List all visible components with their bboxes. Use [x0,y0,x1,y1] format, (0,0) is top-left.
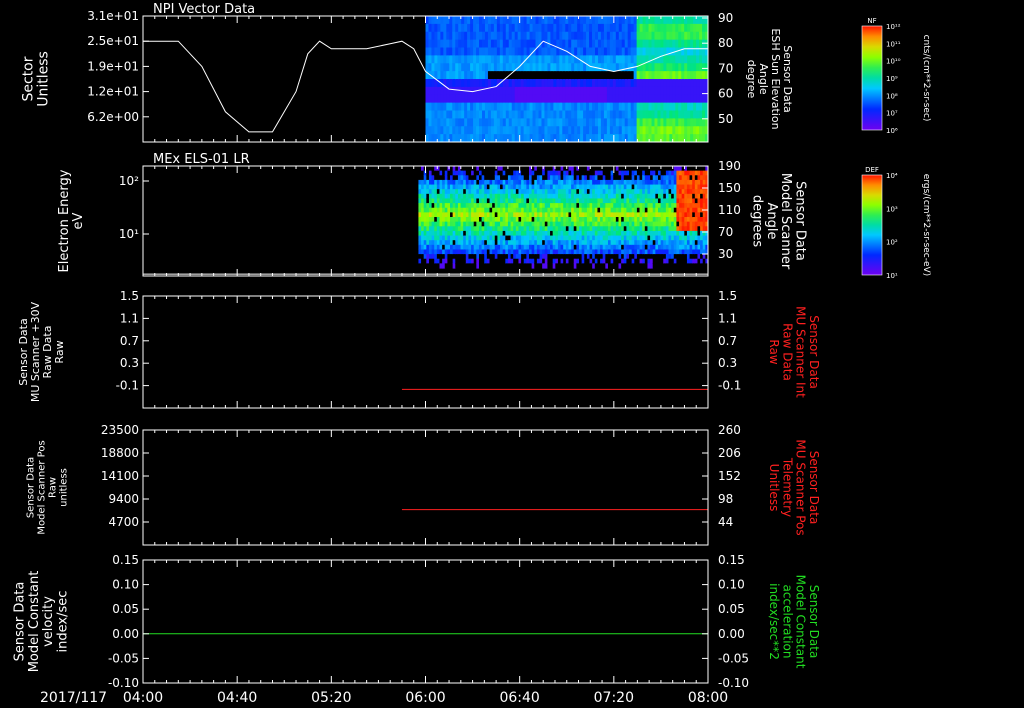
x-tick-label: 08:00 [688,690,728,706]
left-tick-label: -0.05 [108,651,139,665]
colorbar-label: ergs/(cm**2-sr-sec-eV) [921,174,931,276]
colorbar-tick: 10¹² [886,23,901,31]
left-tick-label: 9400 [108,492,139,506]
left-tick-label: 4700 [108,515,139,529]
right-tick-label: 190 [718,159,741,173]
plot-frame [142,559,709,684]
right-tick-label: 70 [718,61,733,75]
left-tick-label: 18800 [101,446,139,460]
right-tick-label: 80 [718,36,733,50]
date-label: 2017/117 [40,690,107,706]
right-axis-label: Sensor DataESH Sun ElevationAngledegree [745,28,794,129]
left-tick-label: 14100 [101,469,139,483]
left-tick-label: -0.10 [108,676,139,690]
colorbar-tick: 10¹⁰ [886,58,901,66]
colorbar-1: NF 10¹² 10¹¹ 10¹⁰ 10⁹ 10⁸ 10⁷ 10⁶ cnts/(cm**2-sr… [861,17,931,135]
colorbar-tick: 10⁸ [886,92,898,100]
left-tick-label: 3.1e+01 [87,9,139,23]
right-tick-label: -0.05 [718,651,749,665]
colorbar-gradient [861,25,883,131]
colorbar-tick: 10⁹ [886,75,898,83]
x-tick-label: 06:40 [499,690,539,706]
panel-title: NPI Vector Data [153,2,255,17]
right-tick-label: 0.3 [718,356,737,370]
left-tick-label: -0.1 [116,379,139,393]
right-tick-label: -0.10 [718,676,749,690]
right-tick-label: 60 [718,87,733,101]
colorbar-tick: 10¹ [886,272,898,280]
colorbar-label: cnts/(cm**2-sr-sec) [921,35,931,122]
right-tick-label: 206 [718,446,741,460]
x-tick-label: 04:40 [217,690,257,706]
right-tick-label: 0.15 [718,553,745,567]
right-tick-label: 98 [718,492,733,506]
left-tick-label: 0.15 [112,553,139,567]
right-axis-label: Sensor DataModel Constantaccelerationind… [767,575,821,669]
left-tick-label: 10¹ [119,227,139,241]
left-axis-label: Sensor DataModel Scanner PosRawunitless [26,440,70,534]
plot-frame [142,429,709,546]
colorbar-tick: 10⁷ [886,110,898,118]
colorbar-gradient [861,174,883,276]
stacked-time-series-figure: NPI Vector Data 3.1e+01 2.5e+01 1.9e+01 1.2e… [13,2,931,706]
x-tick-label: 07:20 [594,690,634,706]
left-tick-label: 1.2e+01 [87,85,139,99]
colorbar-tick: 10² [886,239,898,247]
left-tick-label: 0.05 [112,602,139,616]
left-tick-label: 0.3 [120,356,139,370]
left-tick-label: 0.00 [112,627,139,641]
right-tick-label: -0.1 [718,379,741,393]
colorbar-tick: 10⁶ [886,127,898,135]
plot-frame [142,295,709,409]
left-tick-label: 10² [119,174,139,188]
right-tick-label: 0.7 [718,334,737,348]
x-tick-label: 05:20 [311,690,351,706]
panel-title: MEx ELS-01 LR [153,152,250,167]
right-tick-label: 110 [718,203,741,217]
x-tick-label: 06:00 [405,690,445,706]
left-tick-label: 23500 [101,423,139,437]
colorbar-tag: DEF [865,166,879,174]
right-tick-label: 44 [718,515,733,529]
panel-1: NPI Vector Data 3.1e+01 2.5e+01 1.9e+01 1.2e… [20,2,794,143]
panel-5: 0.15 0.10 0.05 0.00 -0.05 -0.10 0.15 0.10 0.05 0.… [13,553,821,690]
left-axis-label: SectorUnitless [20,51,51,107]
right-axis-label: Sensor DataMU Scanner PosTelemetryUnitle… [767,439,821,535]
right-axis-label: Sensor DataModel ScannerAngledegrees [750,173,808,270]
right-tick-label: 1.1 [718,311,737,325]
colorbar-tick: 10³ [886,205,898,213]
right-tick-label: 150 [718,181,741,195]
left-axis-label: Electron EnergyeV [57,169,86,272]
right-tick-label: 30 [718,247,733,261]
right-tick-label: 0.00 [718,627,745,641]
right-tick-label: 0.10 [718,578,745,592]
right-axis-label: Sensor DataMU Scanner IntRaw DataRaw [767,306,821,398]
colorbar-2: DEF 10⁴ 10³ 10² 10¹ ergs/(cm**2-sr-sec-eV) [861,166,931,280]
left-tick-label: 1.1 [120,311,139,325]
left-axis-label: Sensor DataModel Constantvelocityindex/s… [13,571,71,673]
panel-4: 23500 18800 14100 9400 4700 260 206 152 98 44 Sens… [26,423,821,546]
x-tick-label: 04:00 [123,690,163,706]
panel-3: 1.5 1.1 0.7 0.3 -0.1 1.5 1.1 0.7 0.3 -0.1 Sensor D… [17,289,821,409]
right-tick-label: 1.5 [718,289,737,303]
panel-2: MEx ELS-01 LR 10² 10¹ 190 150 110 70 30 Electron… [57,152,808,277]
colorbar-tick: 10⁴ [886,172,898,180]
left-tick-label: 2.5e+01 [87,34,139,48]
left-tick-label: 1.9e+01 [87,59,139,73]
left-tick-label: 0.10 [112,578,139,592]
right-tick-label: 152 [718,469,741,483]
right-tick-label: 0.05 [718,602,745,616]
right-tick-label: 90 [718,11,733,25]
right-tick-label: 50 [718,112,733,126]
right-tick-label: 70 [718,225,733,239]
left-tick-label: 6.2e+00 [87,110,139,124]
left-tick-label: 1.5 [120,289,139,303]
left-tick-label: 0.7 [120,334,139,348]
left-axis-label: Sensor DataMU Scanner +30VRaw DataRaw [17,301,66,402]
right-tick-label: 260 [718,423,741,437]
colorbar-tag: NF [867,17,876,25]
colorbar-tick: 10¹¹ [886,40,901,48]
